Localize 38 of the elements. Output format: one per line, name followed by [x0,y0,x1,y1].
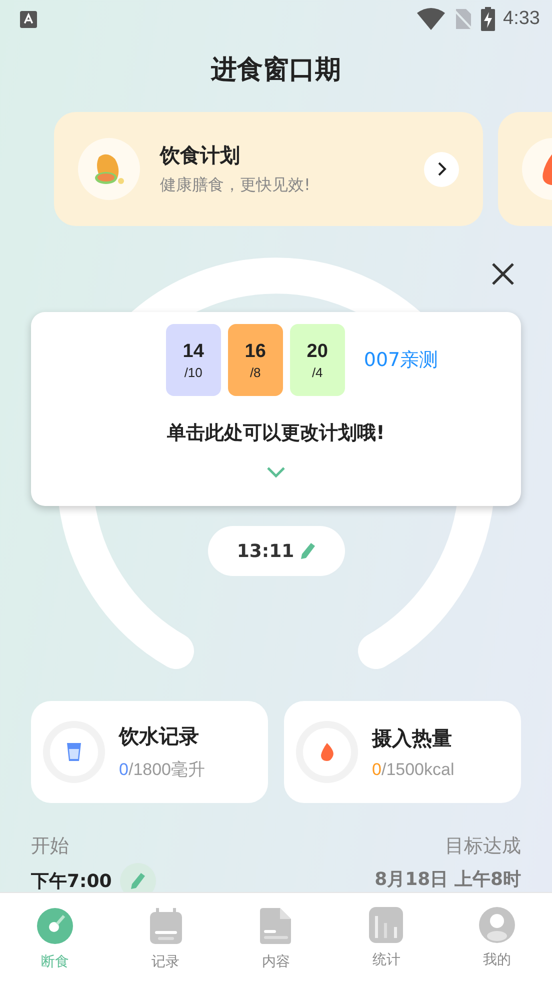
user-icon [478,907,515,943]
stat-card[interactable]: 饮水记录 0/1800毫升 [31,701,268,803]
start-label: 开始 [31,834,70,859]
document-icon [260,907,292,945]
tab[interactable]: 我的 [442,893,552,981]
flame-icon [319,743,335,761]
diet-plan-card[interactable]: 饮食计划 健康膳食，更快见效! [54,112,483,226]
chevron-down-icon [266,466,286,478]
stat-title: 饮水记录 [119,723,200,750]
glass-icon [67,743,81,761]
card-title: 饮食计划 [160,142,241,169]
hint-text: 单击此处可以更改计划哦! [167,421,385,446]
stat-card[interactable]: 摄入热量 0/1500kcal [284,701,521,803]
dial-icon [36,907,74,945]
plan-option[interactable]: 16 /8 [228,324,283,396]
tab[interactable]: 内容 [220,893,332,981]
goal-time: 8月18日 上午8时 [374,868,521,891]
stat-value: 0/1800毫升 [119,759,206,781]
plan-option[interactable]: 14 /10 [166,324,221,396]
calendar-icon [148,907,183,945]
no-sim-icon [453,8,474,30]
card-subtitle: 健康膳食，更快见效! [160,175,312,196]
wifi-icon [417,8,446,30]
tab[interactable]: 统计 [331,893,442,981]
chevron-right-icon[interactable] [424,152,459,186]
plan-option[interactable]: 20 /4 [290,324,345,396]
battery-icon [481,7,496,31]
stat-title: 摄入热量 [372,724,453,752]
keyboard-icon [20,10,37,28]
start-time: 下午7:00 [31,870,112,892]
clock: 4:33 [503,8,540,30]
stat-value: 0/1500kcal [372,760,454,780]
tab[interactable]: 记录 [110,893,221,981]
goal-label: 目标达成 [444,834,521,859]
page-title: 进食窗口期 [210,54,342,87]
pencil-icon [300,542,316,560]
bar-chart-icon [369,907,404,943]
timer-button[interactable]: 13:11 [208,526,345,576]
